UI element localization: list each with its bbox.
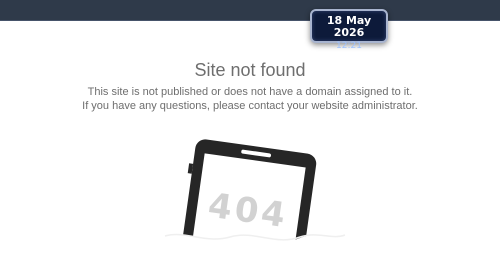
tablet-404-icon: 404 (160, 139, 350, 260)
wave-mask (160, 233, 350, 260)
